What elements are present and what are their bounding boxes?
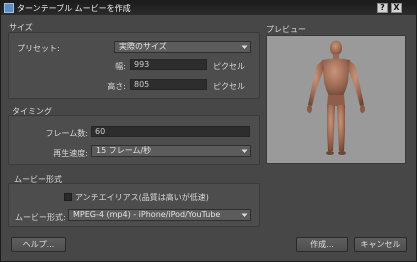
- format-value: MPEG-4 (mp4) - iPhone/iPod/YouTube: [73, 210, 221, 219]
- width-field[interactable]: 993: [130, 59, 207, 70]
- format-label: ムービー形式:: [15, 213, 66, 222]
- title-help-button[interactable]: ?: [377, 3, 388, 13]
- speed-value: 15 フレーム/秒: [96, 146, 152, 155]
- window-title: ターンテーブル ムービーを作成: [17, 4, 131, 13]
- preset-label: プリセット:: [17, 44, 60, 53]
- height-field[interactable]: 805: [130, 79, 207, 90]
- title-close-button[interactable]: X: [391, 3, 402, 13]
- frames-label: フレーム数:: [45, 129, 88, 138]
- create-button[interactable]: 作成...: [296, 237, 348, 252]
- height-label: 高さ:: [107, 82, 126, 91]
- app-icon: [4, 3, 14, 13]
- height-unit: ピクセル: [213, 82, 245, 91]
- preview-title: プレビュー: [266, 25, 306, 34]
- chevron-down-icon: [241, 149, 248, 153]
- speed-label: 再生速度:: [53, 149, 88, 158]
- frames-field[interactable]: 60: [91, 126, 250, 137]
- chevron-down-icon: [241, 213, 248, 217]
- cancel-button[interactable]: キャンセル: [354, 237, 407, 252]
- help-button[interactable]: ヘルプ...: [11, 237, 66, 252]
- title-bar: ターンテーブル ムービーを作成 ? X: [1, 1, 416, 15]
- preset-value: 実際のサイズ: [119, 42, 167, 51]
- format-select[interactable]: MPEG-4 (mp4) - iPhone/iPod/YouTube: [68, 209, 251, 221]
- width-unit: ピクセル: [213, 62, 245, 71]
- human-model-icon: [307, 40, 365, 155]
- turntable-dialog: ターンテーブル ムービーを作成 ? X サイズ プリセット: 実際のサイズ 幅:…: [0, 0, 417, 262]
- antialias-checkbox[interactable]: [64, 193, 72, 201]
- antialias-label: アンチエイリアス(品質は高いが低速): [75, 193, 209, 202]
- speed-select[interactable]: 15 フレーム/秒: [91, 145, 251, 157]
- chevron-down-icon: [241, 45, 248, 49]
- width-label: 幅:: [115, 62, 126, 71]
- preview-pane: [266, 35, 406, 164]
- preset-select[interactable]: 実際のサイズ: [114, 41, 251, 53]
